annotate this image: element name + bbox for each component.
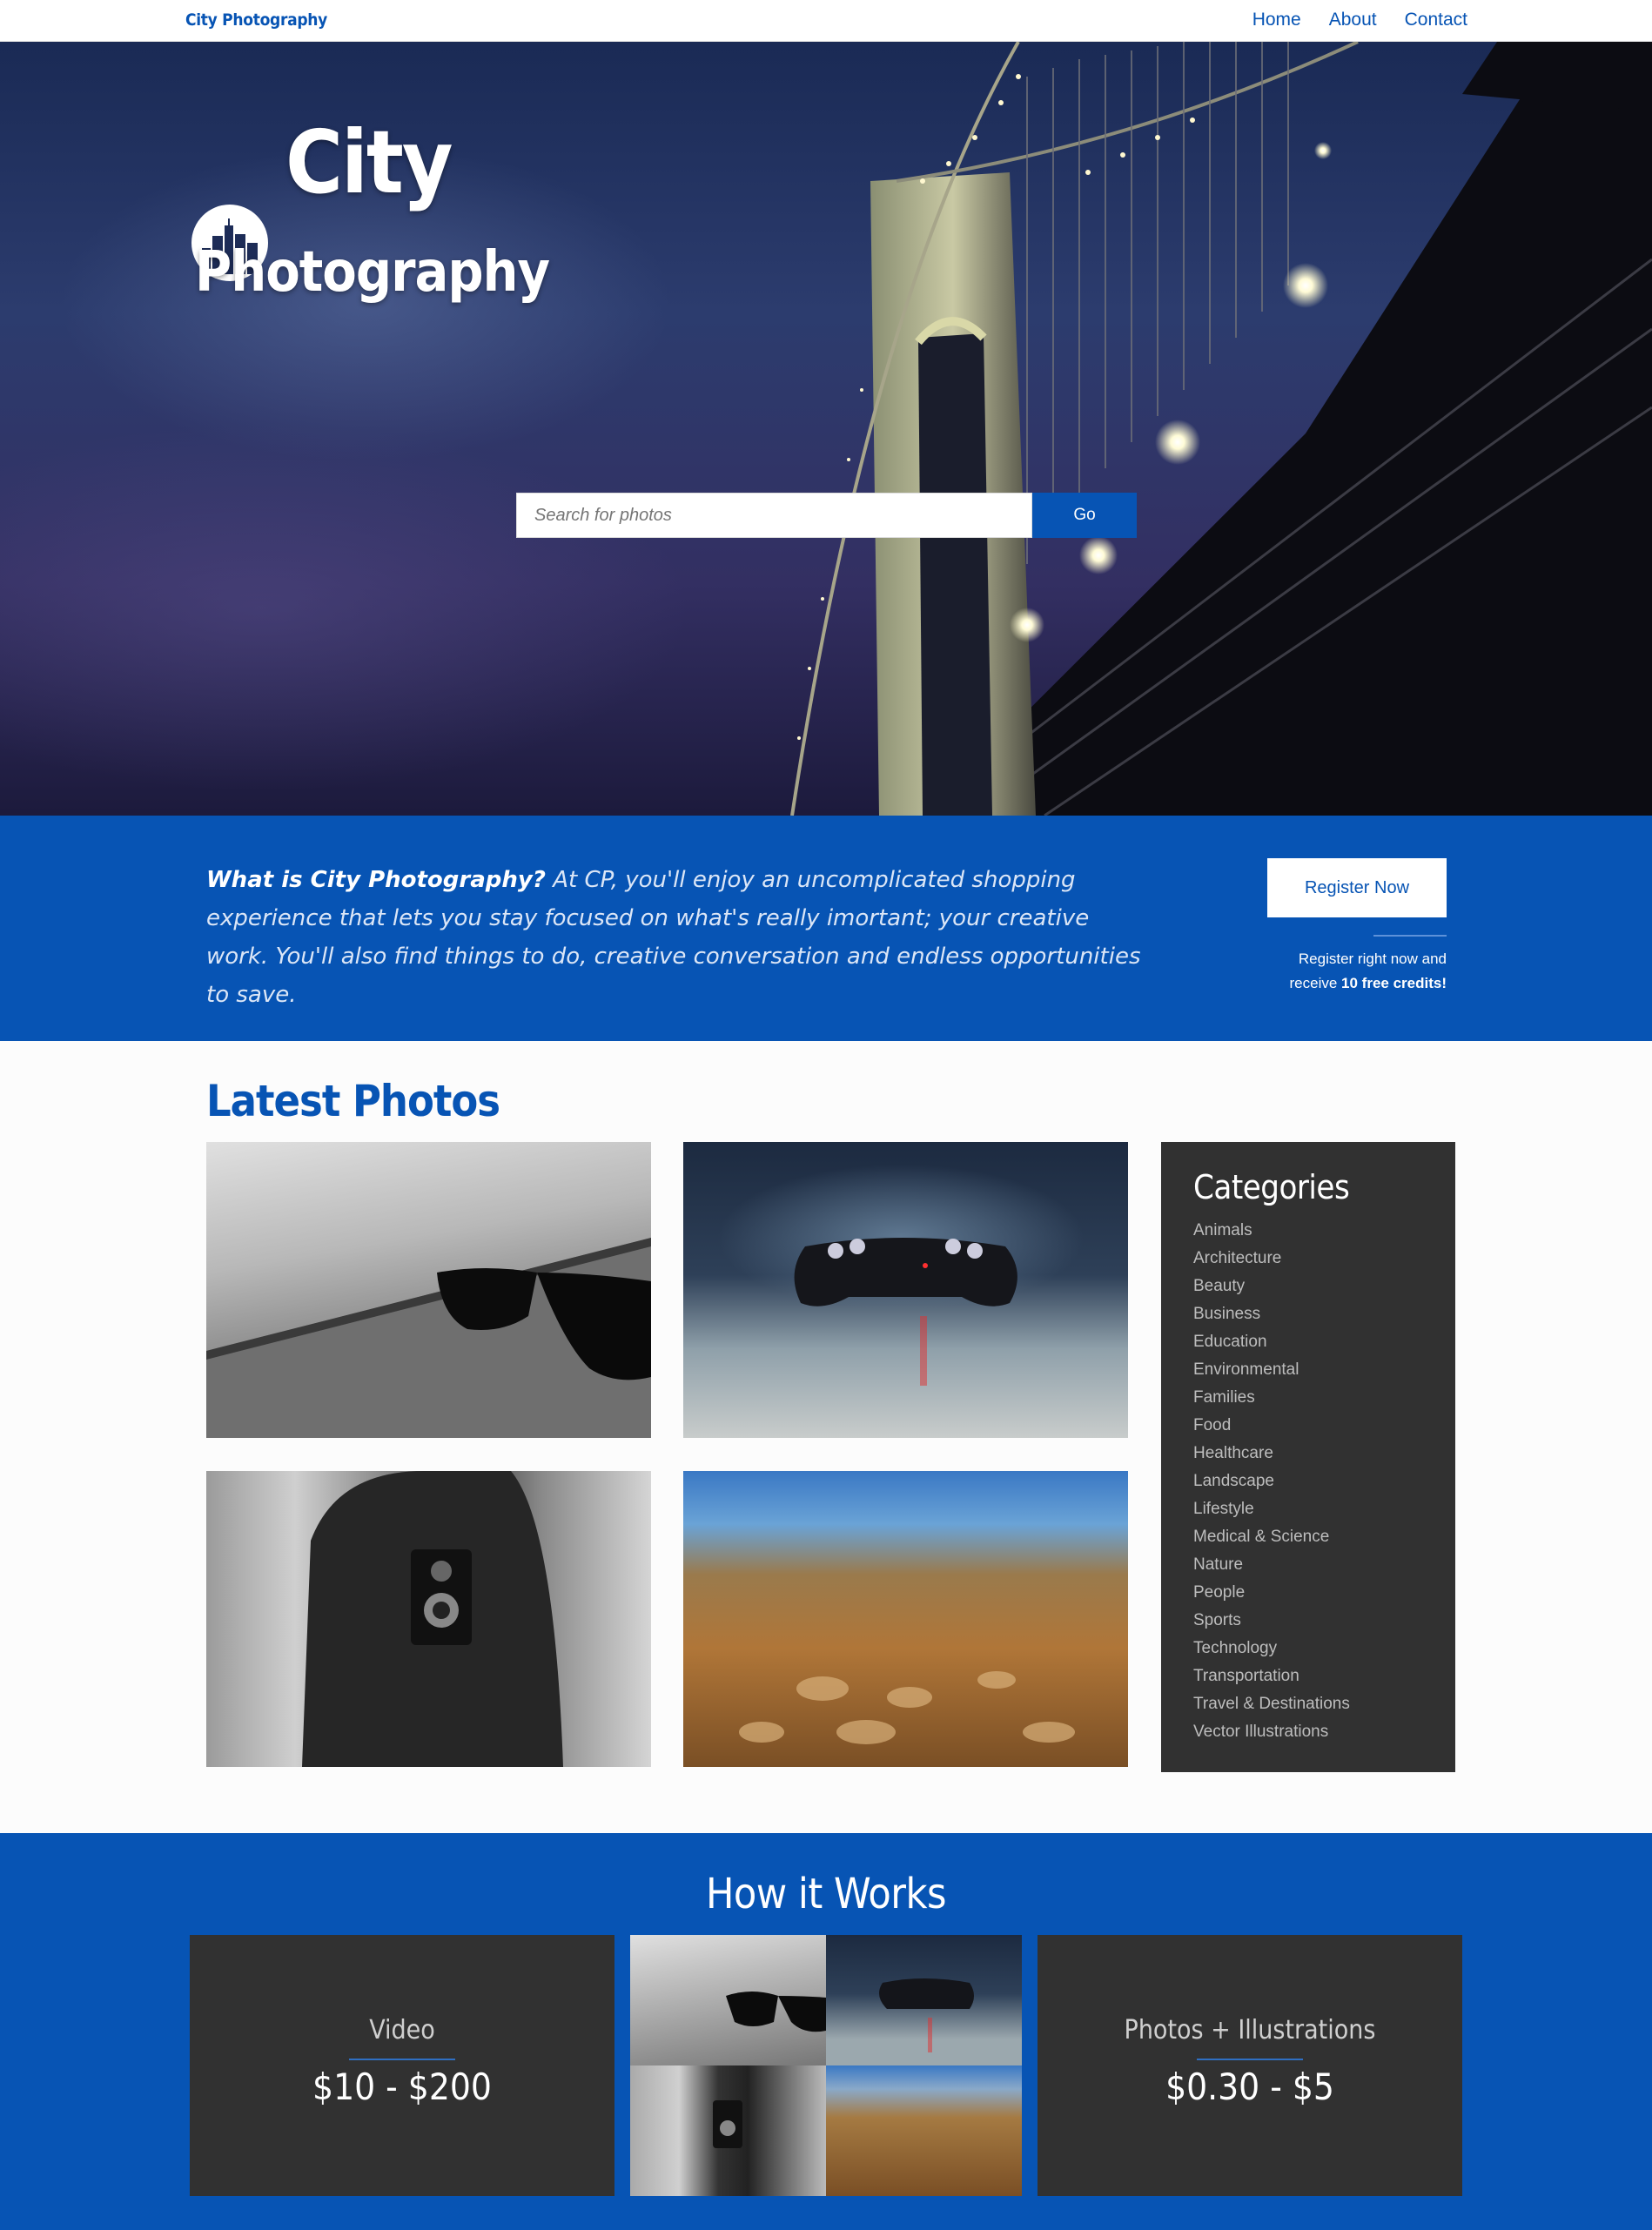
category-item[interactable]: Transportation <box>1193 1662 1423 1690</box>
pricing-video-price: $10 - $200 <box>312 2065 492 2108</box>
category-item[interactable]: Education <box>1193 1328 1423 1356</box>
categories-panel: Categories Animals Architecture Beauty B… <box>1161 1142 1455 1772</box>
photo-mosaic <box>630 1935 1022 2196</box>
photo-sunglasses[interactable] <box>206 1142 651 1438</box>
register-divider <box>1373 935 1447 937</box>
category-item[interactable]: Landscape <box>1193 1468 1423 1495</box>
category-item[interactable]: Lifestyle <box>1193 1495 1423 1523</box>
categories-list: Animals Architecture Beauty Business Edu… <box>1193 1217 1423 1746</box>
pricing-divider <box>349 2059 455 2060</box>
category-item[interactable]: Sports <box>1193 1607 1423 1635</box>
category-item[interactable]: Business <box>1193 1300 1423 1328</box>
category-item[interactable]: Healthcare <box>1193 1440 1423 1468</box>
pricing-photos-price: $0.30 - $5 <box>1165 2065 1334 2108</box>
category-item[interactable]: Travel & Destinations <box>1193 1690 1423 1718</box>
photo-seashells-beach[interactable] <box>683 1471 1128 1767</box>
intro-text: What is City Photography? At CP, you'll … <box>206 861 1146 1014</box>
nav-contact[interactable]: Contact <box>1405 10 1467 30</box>
pricing-photos-name: Photos + Illustrations <box>1124 2015 1376 2045</box>
category-item[interactable]: Medical & Science <box>1193 1523 1423 1551</box>
how-it-works-section: How it Works Video $10 - $200 Photos + I… <box>0 1833 1652 2230</box>
pricing-card-photos[interactable]: Photos + Illustrations $0.30 - $5 <box>1038 1935 1462 2196</box>
logo-line-photography: Photography <box>195 240 550 305</box>
register-note: Register right now and receive 10 free c… <box>1219 947 1447 996</box>
brand-link[interactable]: City Photography <box>185 10 327 30</box>
nav-links: Home About Contact <box>1252 10 1467 30</box>
nav-home[interactable]: Home <box>1252 10 1301 30</box>
mosaic-seashells <box>826 2065 1022 2196</box>
categories-title: Categories <box>1193 1168 1350 1206</box>
category-item[interactable]: Food <box>1193 1412 1423 1440</box>
photo-game-controller[interactable] <box>683 1142 1128 1438</box>
hero-banner: City Photography Go <box>0 42 1652 816</box>
register-note-line2: receive <box>1289 975 1342 991</box>
intro-banner: What is City Photography? At CP, you'll … <box>0 816 1652 1041</box>
pricing-divider <box>1197 2059 1303 2060</box>
nav-about[interactable]: About <box>1329 10 1377 30</box>
intro-question: What is City Photography? <box>206 867 546 893</box>
register-now-button[interactable]: Register Now <box>1267 858 1447 917</box>
search-go-button[interactable]: Go <box>1032 493 1137 538</box>
photo-person-with-camera[interactable] <box>206 1471 651 1767</box>
mosaic-controller <box>826 1935 1022 2065</box>
register-note-line1: Register right now and <box>1298 950 1447 967</box>
category-item[interactable]: Beauty <box>1193 1273 1423 1300</box>
category-item[interactable]: Technology <box>1193 1635 1423 1662</box>
register-note-credits: 10 free credits! <box>1341 975 1447 991</box>
pricing-card-video[interactable]: Video $10 - $200 <box>190 1935 614 2196</box>
category-item[interactable]: Environmental <box>1193 1356 1423 1384</box>
category-item[interactable]: Nature <box>1193 1551 1423 1579</box>
category-item[interactable]: Architecture <box>1193 1245 1423 1273</box>
mosaic-sunglasses <box>630 1935 826 2065</box>
category-item[interactable]: Vector Illustrations <box>1193 1718 1423 1746</box>
category-item[interactable]: Animals <box>1193 1217 1423 1245</box>
pricing-video-name: Video <box>369 2015 435 2045</box>
logo-line-city: City <box>285 111 453 213</box>
top-navbar: City Photography Home About Contact <box>0 0 1652 42</box>
category-item[interactable]: Families <box>1193 1384 1423 1412</box>
how-it-works-title: How it Works <box>705 1870 947 1918</box>
search-bar: Go <box>516 493 1137 538</box>
mosaic-camera-person <box>630 2065 826 2196</box>
category-item[interactable]: People <box>1193 1579 1423 1607</box>
latest-photos-title: Latest Photos <box>206 1076 500 1126</box>
search-input[interactable] <box>516 493 1032 538</box>
